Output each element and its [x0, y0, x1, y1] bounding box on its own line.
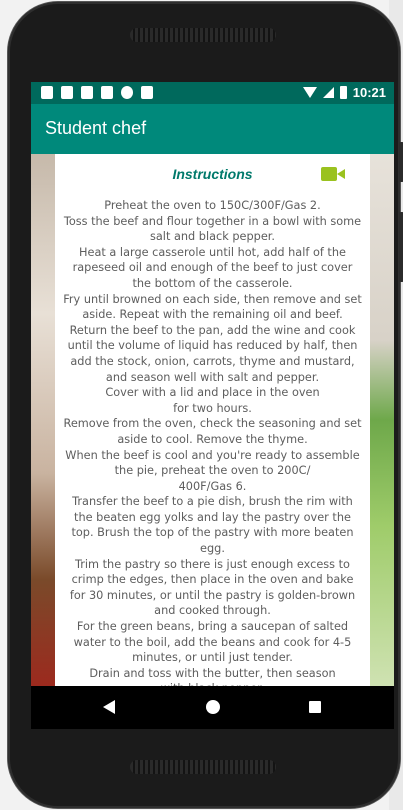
- recipe-content[interactable]: Instructions Preheat the oven to 150C/30…: [31, 154, 394, 727]
- sd-card-icon: [101, 86, 113, 99]
- background-image-right: [370, 154, 394, 686]
- instructions-text: Preheat the oven to 150C/300F/Gas 2. Tos…: [63, 199, 362, 727]
- volume-button[interactable]: [399, 142, 403, 182]
- battery-icon: [339, 86, 347, 99]
- status-bar: 10:21: [31, 82, 394, 104]
- signal-icon: [322, 87, 334, 98]
- app-title: Student chef: [45, 118, 147, 138]
- app-bar: Student chef: [31, 104, 394, 154]
- instructions-card: Instructions Preheat the oven to 150C/30…: [55, 154, 370, 727]
- gmail-icon: [61, 86, 73, 99]
- video-camera-icon[interactable]: [321, 167, 345, 181]
- shield-icon: [41, 86, 53, 99]
- instagram-icon: [81, 86, 93, 99]
- navigation-bar: [31, 686, 394, 729]
- emulator-frame: 10:21 Student chef Instructions Preheat …: [8, 2, 403, 808]
- wifi-icon: [302, 87, 317, 98]
- bottom-speaker: [130, 760, 276, 774]
- play-store-icon: [141, 86, 153, 99]
- background-image-left: [31, 154, 55, 686]
- record-icon: [121, 86, 133, 99]
- recents-icon[interactable]: [309, 701, 321, 713]
- power-button[interactable]: [399, 212, 403, 282]
- status-time: 10:21: [352, 85, 386, 100]
- device-screen: 10:21 Student chef Instructions Preheat …: [31, 82, 394, 729]
- top-speaker: [130, 28, 276, 42]
- home-icon[interactable]: [206, 700, 220, 714]
- back-icon[interactable]: [103, 700, 115, 714]
